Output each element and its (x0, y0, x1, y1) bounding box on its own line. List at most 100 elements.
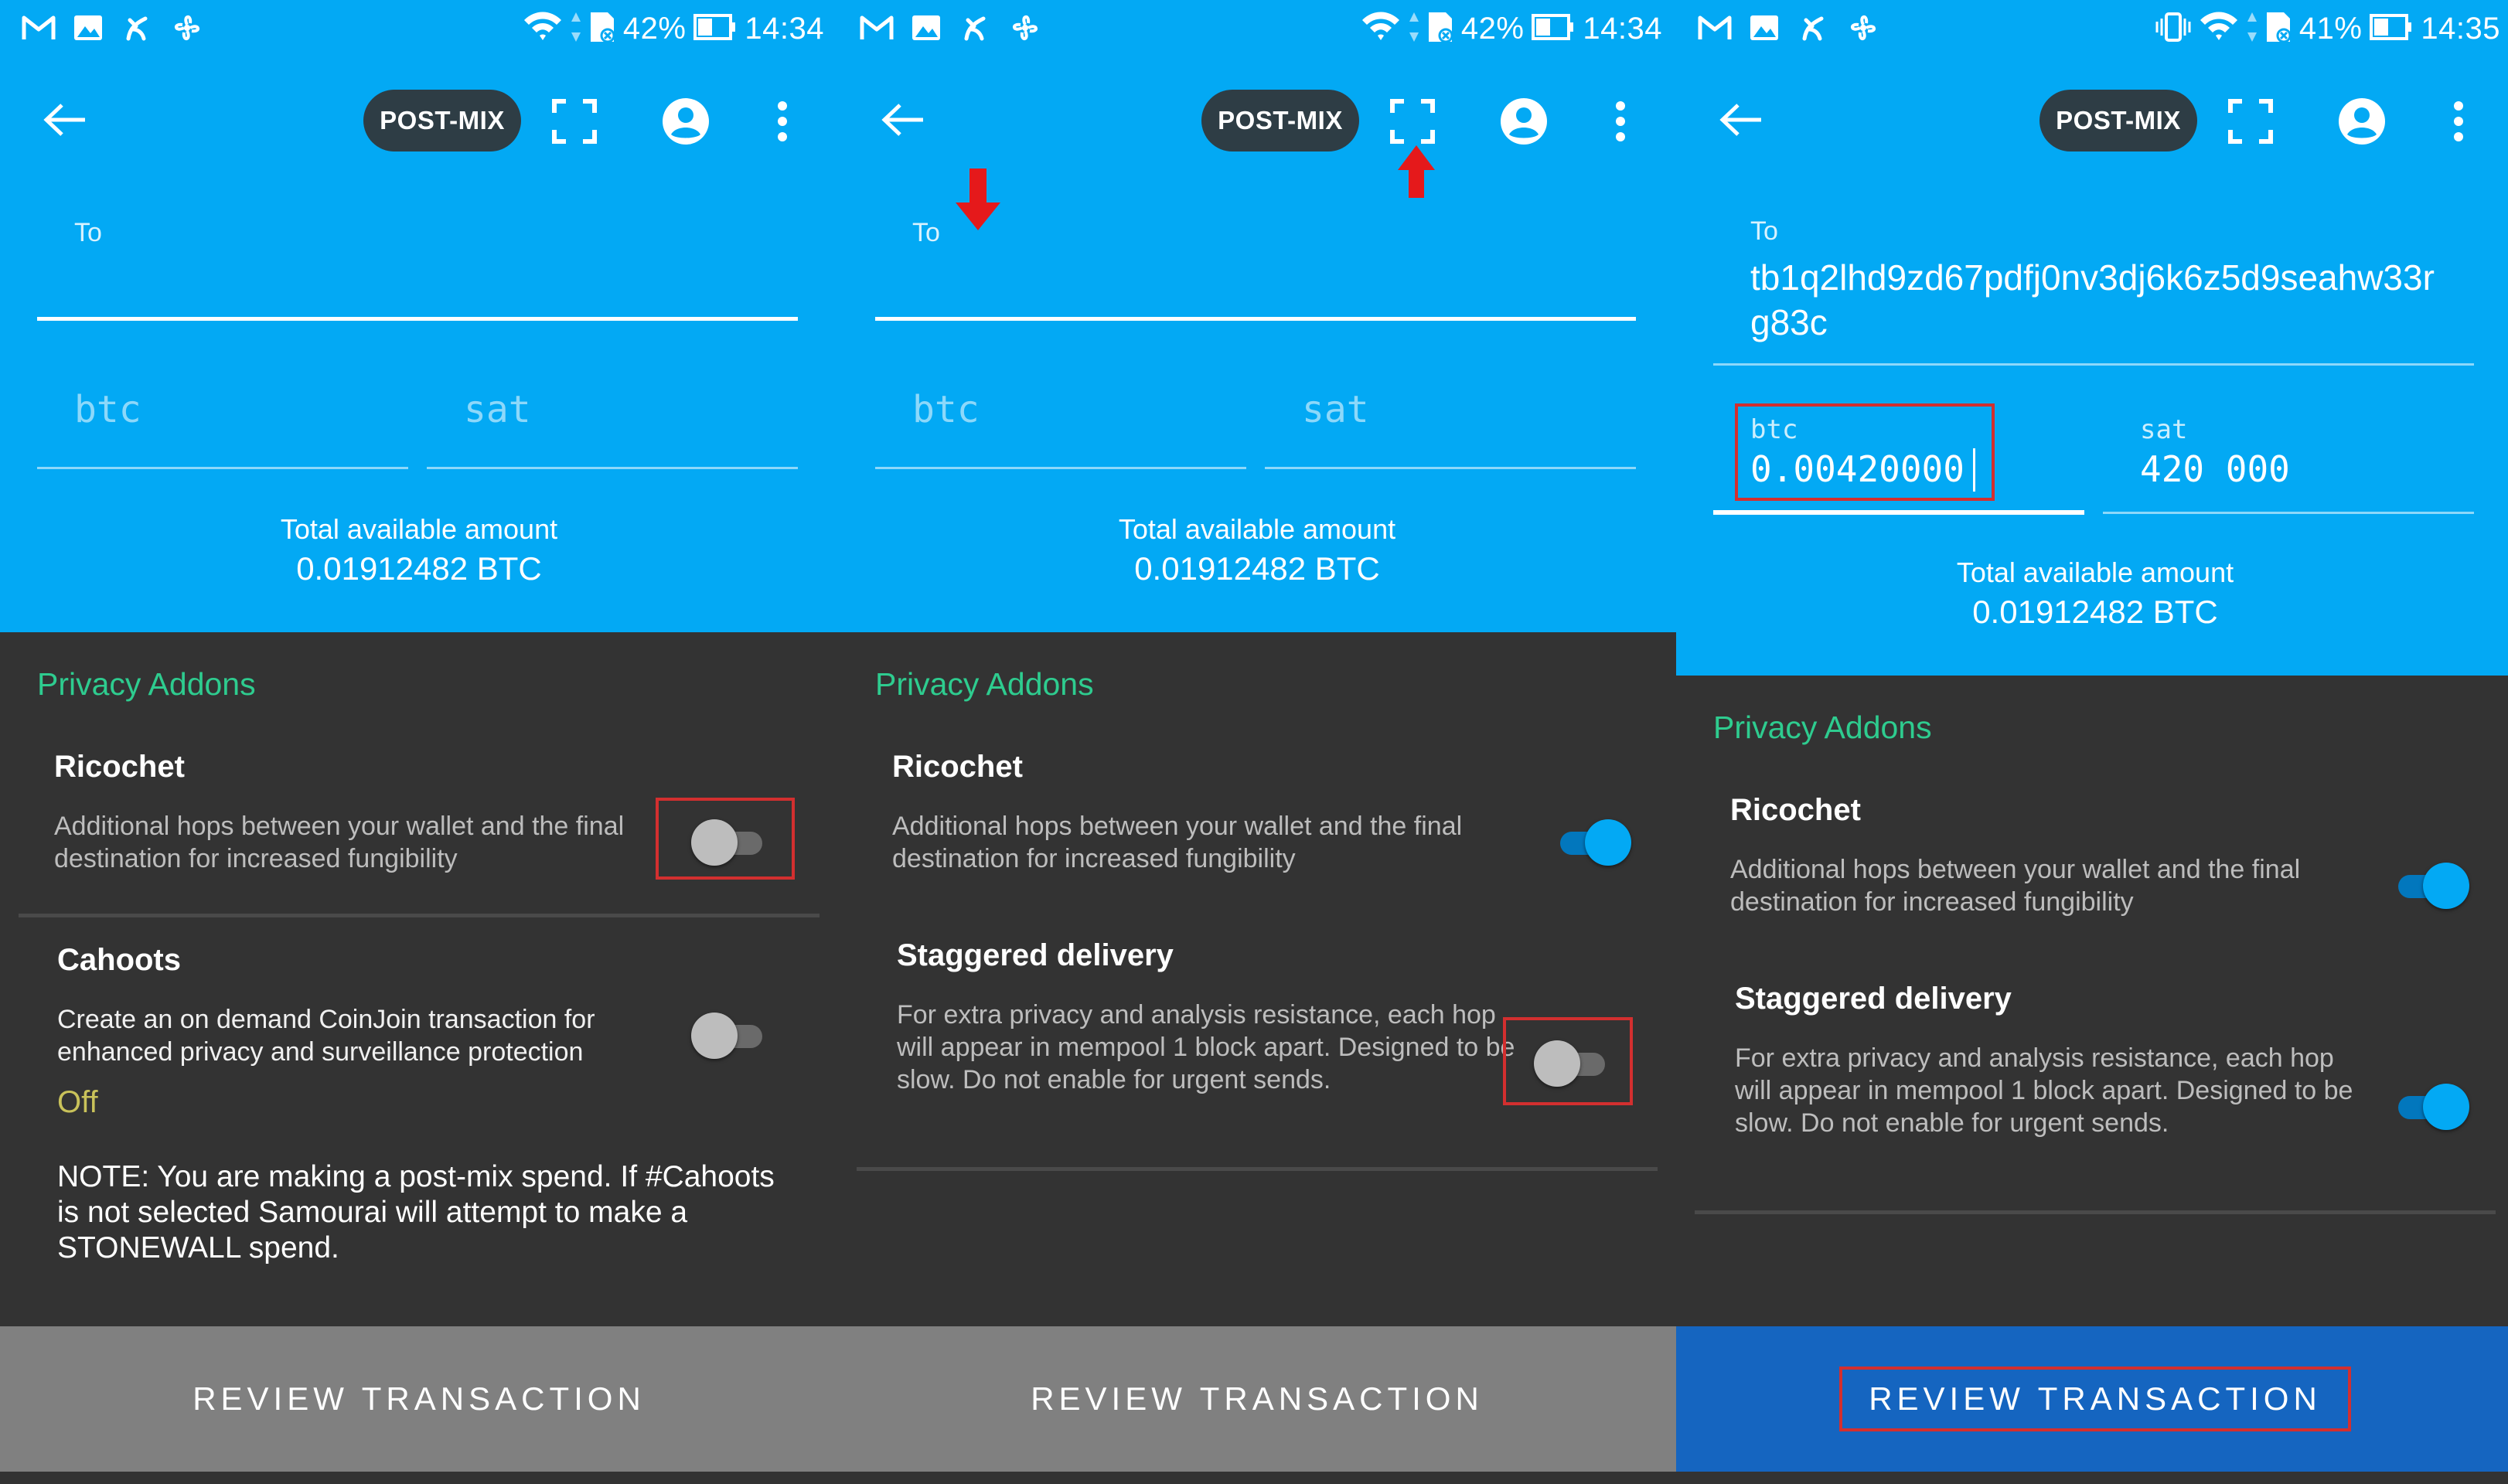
back-arrow-icon[interactable] (39, 97, 91, 142)
gallery-icon (71, 12, 105, 43)
ricochet-title: Ricochet (892, 750, 1023, 784)
wifi-icon (523, 11, 563, 47)
post-mix-account-chip[interactable]: POST-MIX (2039, 90, 2197, 151)
app-icon (959, 12, 993, 43)
screen-2: 42% 14:34 POST-MIX To btc sat Total avai… (838, 0, 1676, 1484)
available-amount-value: 0.01912482 BTC (1134, 550, 1380, 587)
gallery-icon (1747, 12, 1781, 43)
staggered-delivery-toggle[interactable] (2390, 1082, 2469, 1132)
ricochet-toggle[interactable] (2390, 861, 2469, 910)
cahoots-title: Cahoots (57, 943, 181, 977)
to-input-underline (1713, 363, 2474, 366)
battery-percent: 41% (2298, 11, 2363, 46)
app-icon (1797, 12, 1831, 43)
sat-amount-input[interactable]: sat (1302, 388, 1369, 431)
review-transaction-button[interactable]: REVIEW TRANSACTION (0, 1326, 838, 1472)
to-address-input[interactable] (875, 317, 1636, 321)
review-transaction-button[interactable]: REVIEW TRANSACTION (838, 1326, 1676, 1472)
btc-input-underline (875, 467, 1246, 469)
privacy-addons-title: Privacy Addons (37, 666, 256, 702)
wifi-icon (1361, 11, 1401, 47)
back-arrow-icon[interactable] (877, 97, 929, 142)
cahoots-description: Create an on demand CoinJoin transaction… (57, 1005, 595, 1067)
btc-input-underline (1713, 510, 2084, 515)
sync-arrows-icon (1409, 11, 1419, 47)
review-transaction-label: REVIEW TRANSACTION (1031, 1380, 1484, 1417)
account-icon[interactable] (2338, 97, 2386, 145)
staggered-delivery-title: Staggered delivery (1735, 982, 2012, 1016)
to-label: To (74, 218, 102, 247)
account-icon[interactable] (1500, 97, 1548, 145)
gmail-icon (1698, 12, 1732, 43)
account-icon[interactable] (662, 97, 710, 145)
gmail-icon (860, 12, 894, 43)
ricochet-description: Additional hops between your wallet and … (1730, 855, 2301, 917)
review-transaction-label: REVIEW TRANSACTION (1839, 1367, 2351, 1431)
ricochet-title: Ricochet (54, 750, 185, 784)
scan-qr-icon[interactable] (2227, 97, 2275, 145)
privacy-addons-title: Privacy Addons (1713, 710, 1932, 745)
ricochet-description: Additional hops between your wallet and … (892, 812, 1463, 873)
sat-label: sat (2140, 414, 2188, 445)
status-bar: 41% 14:35 (1676, 0, 2508, 57)
sd-card-icon (589, 11, 615, 47)
sd-card-icon (2265, 11, 2292, 47)
available-amount-label: Total available amount (1956, 556, 2234, 588)
sat-input-underline (2103, 512, 2474, 514)
gmail-icon (22, 12, 56, 43)
sat-input-underline (427, 467, 798, 469)
back-arrow-icon[interactable] (1715, 97, 1767, 142)
battery-percent: 42% (622, 11, 687, 46)
btc-amount-input[interactable]: 0.00420000 (1750, 448, 1964, 490)
post-mix-account-chip[interactable]: POST-MIX (1201, 90, 1359, 151)
privacy-addons-title: Privacy Addons (875, 666, 1094, 702)
vibrate-icon (2155, 11, 2191, 47)
post-mix-note: NOTE: You are making a post-mix spend. I… (57, 1160, 775, 1264)
ricochet-toggle[interactable] (691, 818, 768, 867)
to-address-input[interactable]: tb1q2lhd9zd67pdfj0nv3dj6k6z5d9seahw33rg8… (1750, 255, 2446, 345)
btc-amount-input[interactable]: btc (74, 388, 141, 431)
app-icon (121, 12, 155, 43)
review-transaction-label: REVIEW TRANSACTION (193, 1380, 646, 1417)
wifi-icon (2199, 11, 2239, 47)
more-options-icon[interactable] (1605, 97, 1636, 145)
staggered-delivery-toggle[interactable] (1534, 1039, 1611, 1088)
more-options-icon[interactable] (2443, 97, 2474, 145)
btc-amount-input[interactable]: btc (912, 388, 980, 431)
red-arrow-down-icon (954, 168, 1002, 236)
review-transaction-button[interactable]: REVIEW TRANSACTION (1676, 1326, 2508, 1472)
staggered-delivery-title: Staggered delivery (897, 938, 1174, 972)
available-amount-value: 0.01912482 BTC (296, 550, 542, 587)
text-cursor (1973, 448, 1975, 492)
cahoots-state: Off (57, 1085, 98, 1119)
sync-arrows-icon (571, 11, 581, 47)
fan-icon (170, 12, 204, 43)
battery-percent: 42% (1460, 11, 1525, 46)
sd-card-icon (1427, 11, 1453, 47)
toolbar: POST-MIX (0, 77, 838, 162)
post-mix-account-chip[interactable]: POST-MIX (363, 90, 521, 151)
red-arrow-up-icon (1396, 145, 1436, 203)
divider (1695, 1210, 2496, 1214)
to-address-input[interactable] (37, 317, 798, 321)
battery-icon (693, 13, 737, 44)
status-bar: 42% 14:34 (838, 0, 1676, 57)
cahoots-toggle[interactable] (691, 1011, 768, 1060)
fan-icon (1846, 12, 1880, 43)
sat-amount-input[interactable]: sat (464, 388, 531, 431)
scan-qr-icon[interactable] (550, 97, 598, 145)
battery-icon (1532, 13, 1575, 44)
sat-amount-input[interactable]: 420 000 (2140, 448, 2290, 490)
ricochet-description: Additional hops between your wallet and … (54, 812, 625, 873)
clock: 14:34 (1583, 11, 1662, 46)
fan-icon (1008, 12, 1042, 43)
clock: 14:35 (2421, 11, 2500, 46)
ricochet-title: Ricochet (1730, 793, 1861, 827)
scan-qr-icon[interactable] (1389, 97, 1436, 145)
staggered-delivery-description: For extra privacy and analysis resistanc… (897, 1000, 1515, 1094)
toolbar: POST-MIX (838, 77, 1676, 162)
clock: 14:34 (745, 11, 824, 46)
more-options-icon[interactable] (767, 97, 798, 145)
ricochet-toggle[interactable] (1552, 818, 1631, 867)
btc-label: btc (1750, 414, 1798, 445)
